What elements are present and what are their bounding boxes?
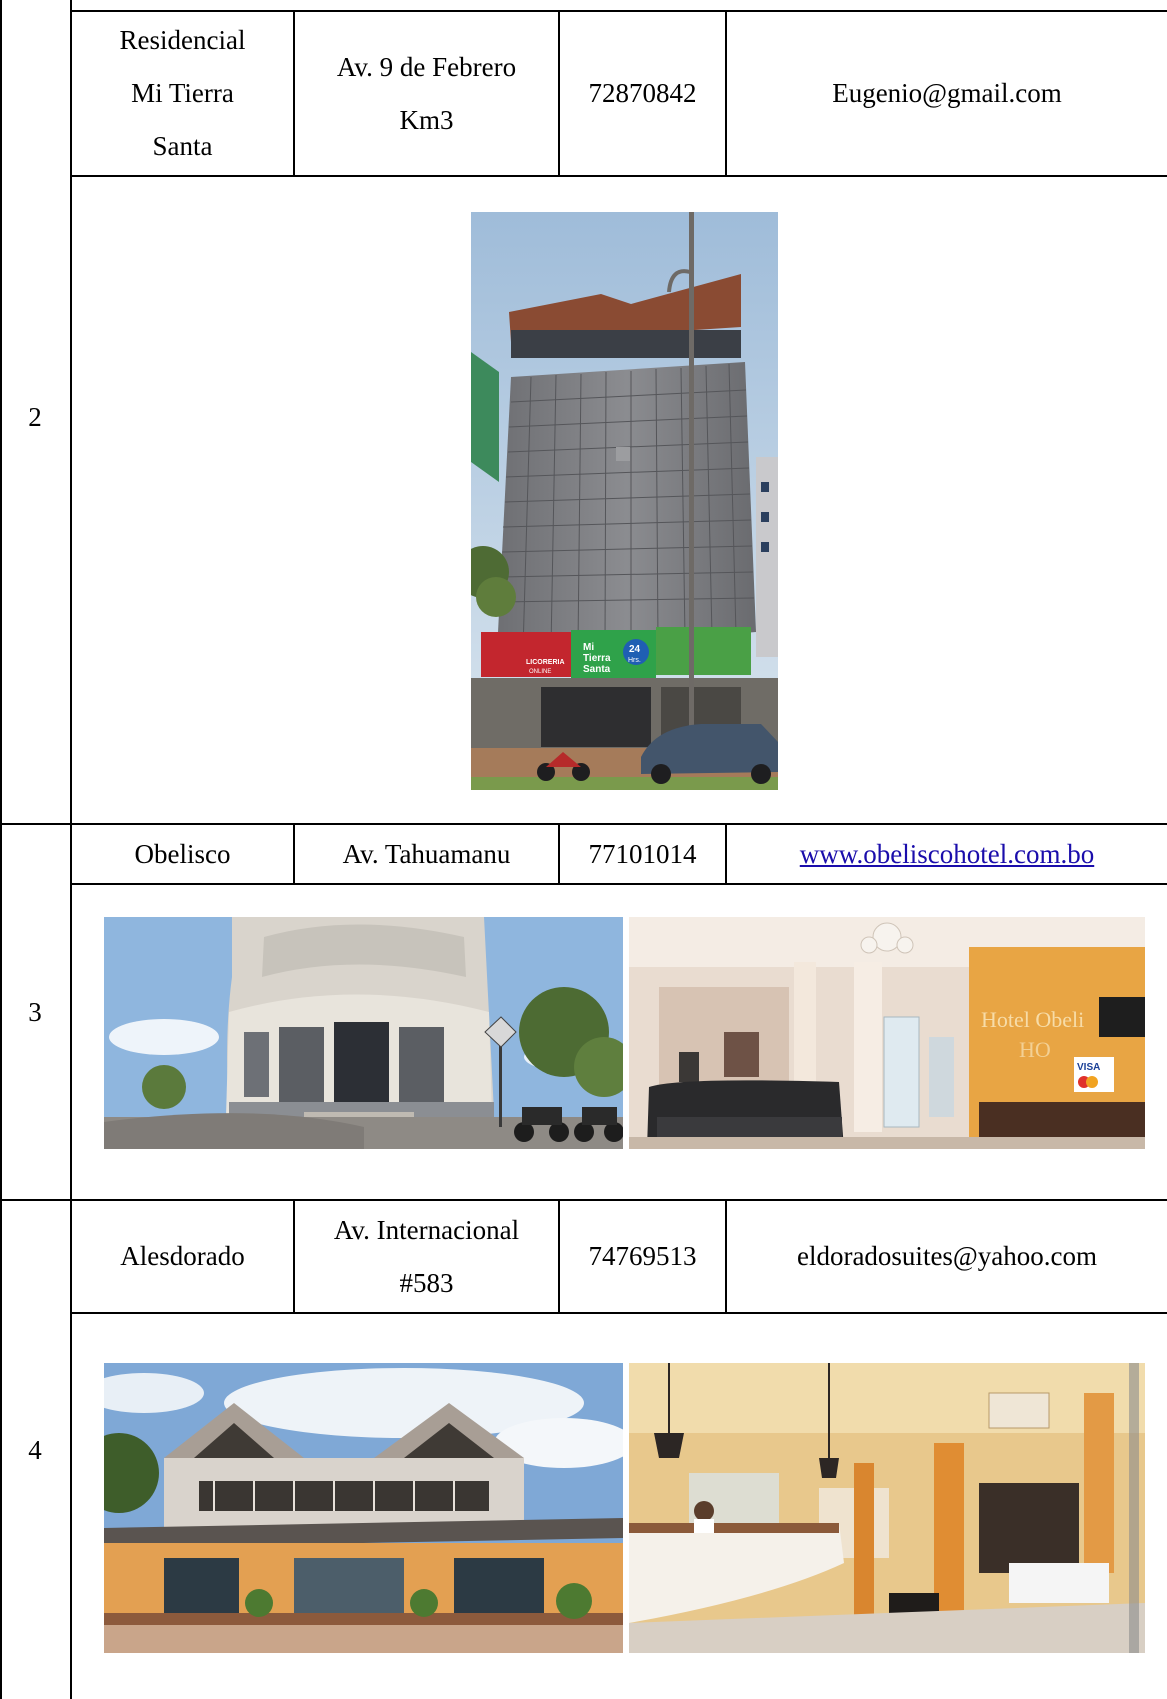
row-number: 3 (28, 996, 42, 1027)
phone-number: 74769513 (588, 1241, 697, 1271)
banner-text: Mi (583, 642, 594, 653)
hotel-photo: Mi Tierra Santa 24 Hrs. LICORERIA ONLINE (471, 212, 778, 790)
row4-info-bottom (70, 1312, 1167, 1314)
row-number: 4 (28, 1434, 42, 1465)
card-logo-text: VISA (1077, 1062, 1100, 1073)
banner-text: LICORERIA (526, 659, 565, 666)
banner-text: Santa (583, 664, 611, 675)
address-line: Av. Internacional (333, 1214, 520, 1245)
lobby-photo-icon: Hotel Obeli HO VISA (629, 917, 1145, 1149)
wall-logo-text: HO (1019, 1037, 1051, 1062)
building-photo-icon (104, 917, 623, 1149)
address-line: #583 (399, 1267, 454, 1298)
banner-text: 24 (629, 644, 641, 655)
address-line: Av. 9 de Febrero (336, 51, 517, 82)
banner-text: Hrs. (628, 657, 641, 664)
building-photo-icon (104, 1363, 623, 1653)
phone-number: 77101014 (588, 838, 697, 869)
wall-sign-text: Hotel Obeli (981, 1007, 1084, 1032)
hotel-name: Obelisco (134, 838, 231, 869)
address-cell: Av. Internacional #583 (295, 1201, 558, 1312)
website-link-cell: www.obeliscohotel.com.bo (727, 825, 1167, 883)
hotel-lobby-photo: Hotel Obeli HO VISA (629, 917, 1145, 1149)
contact-email: eldoradosuites@yahoo.com (796, 1241, 1098, 1271)
address: Av. Tahuamanu (342, 838, 511, 869)
banner-text: ONLINE (529, 669, 551, 675)
row-number: 2 (28, 402, 42, 432)
hotel-name-line: Residencial (119, 25, 246, 55)
hotel-name-line: Santa (152, 131, 213, 161)
hotel-exterior-photo (104, 917, 623, 1149)
hotel-name: Alesdorado (120, 1241, 245, 1271)
address-line: Km3 (399, 104, 454, 135)
hotel-reception-photo (629, 1363, 1145, 1653)
lobby-photo-icon (629, 1363, 1145, 1653)
banner-text: Tierra (583, 653, 611, 664)
website-link[interactable]: www.obeliscohotel.com.bo (800, 828, 1094, 881)
address-cell: Av. 9 de Febrero Km3 (295, 12, 558, 175)
building-photo-icon: Mi Tierra Santa 24 Hrs. LICORERIA ONLINE (471, 212, 778, 790)
contact-email: Eugenio@gmail.com (832, 78, 1062, 108)
hotel-name-line: Mi Tierra (131, 78, 234, 108)
row3-info-bottom (70, 883, 1167, 885)
hotel-exterior-photo (104, 1363, 623, 1653)
hotel-name-cell: Residencial Mi Tierra Santa (72, 12, 293, 175)
phone-number: 72870842 (588, 78, 697, 108)
row2-info-bottom (70, 175, 1167, 177)
